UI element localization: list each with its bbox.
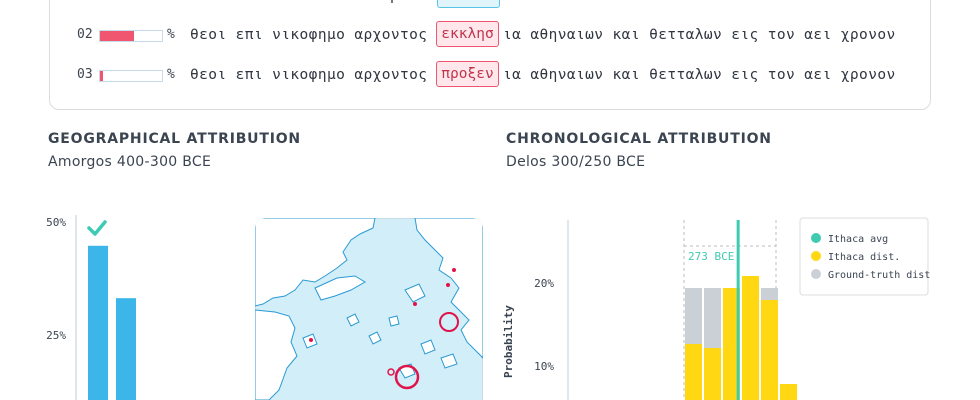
ithaca-bar: [780, 384, 797, 400]
geo-y-tick-label: 50%: [46, 216, 66, 229]
aegean-map: [255, 218, 483, 400]
chrono-subtitle: Delos 300/250 BCE: [506, 154, 646, 170]
prediction-rank: 02: [77, 27, 93, 42]
legend-swatch: [811, 251, 821, 261]
geo-y-tick-label: 25%: [46, 329, 66, 342]
ithaca-bar: [761, 300, 778, 400]
legend-label: Ground-truth dist: [828, 270, 930, 281]
restored-highlight[interactable]: εκκλησ: [436, 21, 499, 47]
restored-highlight[interactable]: προξεν: [436, 61, 499, 87]
probability-fill: [100, 31, 135, 41]
legend-label: Ithaca avg: [828, 234, 888, 245]
probability-bar: [99, 70, 163, 82]
chrono-title: CHRONOLOGICAL ATTRIBUTION: [506, 131, 772, 147]
chrono-bar-chart: Probability20%10%273 BCEIthaca avgIthaca…: [502, 217, 930, 400]
restored-text-before: θεοι επι νικοφημο αρχοντος: [190, 67, 428, 83]
geo-bar-chart: 50% 25%: [46, 215, 136, 400]
chrono-y-tick-label: 20%: [534, 277, 554, 290]
percent-sign: %: [167, 27, 175, 42]
restored-text-after: ια αθηναιων και θετταλων εις τον αει χρο…: [503, 67, 896, 83]
restored-text-after: ια αθηναιων και θετταλων εις τον αει χρο…: [503, 27, 896, 43]
top-highlight-cyan: [437, 0, 500, 8]
chrono-legend: Ithaca avg Ithaca dist. Ground-truth dist: [799, 217, 930, 296]
legend-swatch: [811, 269, 821, 279]
ithaca-bar: [704, 348, 721, 400]
partial-top-row: ρ: [0, 0, 980, 10]
geo-title: GEOGRAPHICAL ATTRIBUTION: [48, 131, 301, 147]
probability-bar: [99, 30, 163, 42]
restored-text-before: θεοι επι νικοφημο αρχοντος: [190, 27, 428, 43]
ithaca-bar: [742, 276, 759, 400]
geo-bar: [88, 245, 108, 400]
ithaca-bar: [685, 344, 702, 400]
restoration-panel: [49, 0, 931, 110]
percent-sign: %: [167, 67, 175, 82]
chrono-y-tick-label: 10%: [534, 360, 554, 373]
annotation-label: 273 BCE: [688, 250, 734, 263]
geo-bar: [116, 298, 136, 400]
probability-fill: [100, 71, 104, 81]
chrono-y-label: Probability: [502, 305, 515, 378]
legend-swatch: [811, 233, 821, 243]
geo-subtitle: Amorgos 400-300 BCE: [48, 154, 212, 170]
prediction-rank: 03: [77, 67, 93, 82]
check-icon: [87, 220, 107, 236]
legend-label: Ithaca dist.: [828, 252, 900, 263]
